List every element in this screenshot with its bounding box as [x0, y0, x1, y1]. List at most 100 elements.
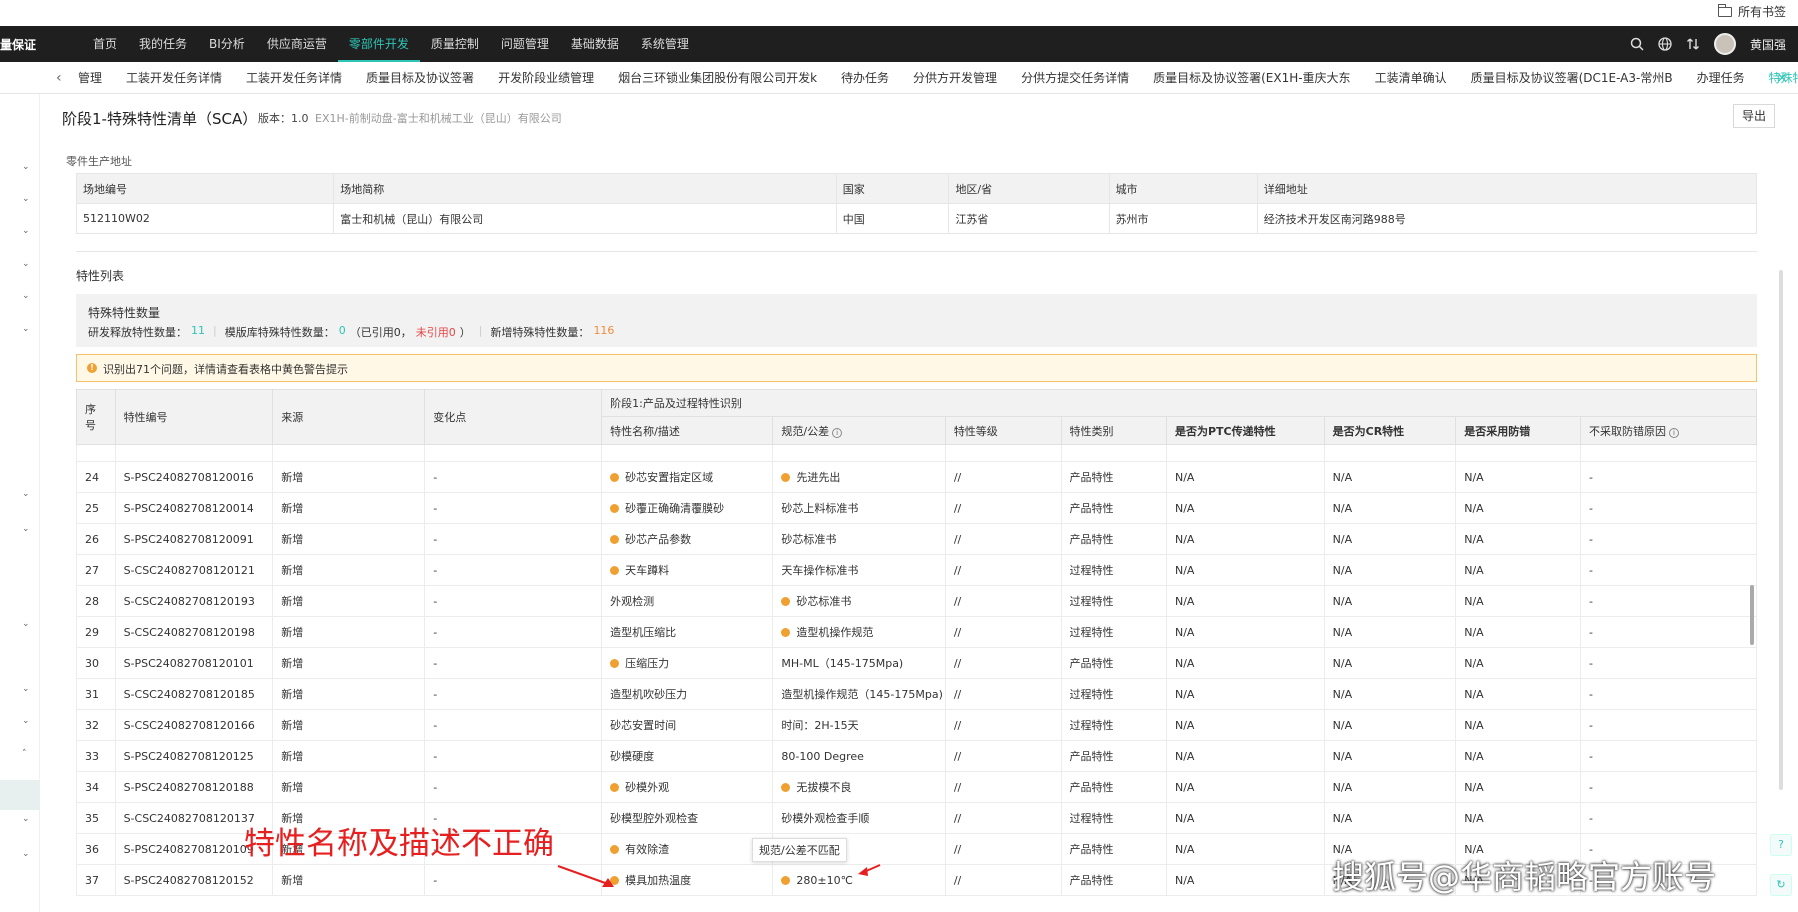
table-scrollbar[interactable]	[1750, 585, 1754, 645]
chevron-down-icon[interactable]: ⌄	[22, 162, 30, 172]
table-row[interactable]: 32 S-CSC24082708120166 新增 - 砂芯安置时间 时间：2H-15天 /…	[76, 709, 1757, 741]
cell-text: -	[1588, 563, 1593, 577]
chevron-down-icon[interactable]: ⌄	[22, 684, 30, 694]
table-row[interactable]: 34 S-PSC24082708120188 新增 - 砂模外观 无拔模不良 // 产品特性 N…	[76, 771, 1757, 803]
search-icon[interactable]	[1630, 37, 1644, 51]
username[interactable]: 黄国强	[1750, 36, 1786, 53]
nav-item[interactable]: 首页	[82, 26, 128, 62]
cell-text: N/A	[1332, 563, 1353, 577]
table-header-row: 序号 特性编号 来源 变化点 阶段1:产品及过程特性识别	[76, 389, 1757, 445]
warning-icon[interactable]	[610, 659, 620, 668]
table-row[interactable]: 28 S-CSC24082708120193 新增 - 外观检测 砂芯标准书 // 过程特性 N…	[76, 585, 1757, 617]
tab[interactable]: 办理任务	[1685, 62, 1757, 94]
tab[interactable]: 质量目标及协议签署(EX1H-重庆大东	[1141, 62, 1362, 94]
tab[interactable]: 质量目标及协议签署	[354, 62, 486, 94]
chevron-down-icon[interactable]: ⌄	[22, 324, 30, 334]
nav-item[interactable]: 基础数据	[560, 26, 630, 62]
cell-ptc: N/A	[1165, 802, 1325, 834]
chevron-down-icon[interactable]: ⌄	[22, 716, 30, 726]
help-icon[interactable]: ?	[1770, 834, 1792, 856]
info-icon[interactable]: i	[1668, 427, 1679, 438]
avatar[interactable]	[1713, 33, 1736, 55]
nav-right-tools: 黄国强	[1630, 26, 1786, 62]
nav-item[interactable]: 零部件开发	[337, 26, 420, 62]
nav-item[interactable]: 我的任务	[128, 26, 198, 62]
warning-icon[interactable]	[781, 473, 791, 482]
cell-change: -	[424, 585, 603, 617]
refresh-icon[interactable]: ↻	[1770, 874, 1792, 896]
table-row[interactable]: 26 S-PSC24082708120091 新增 - 砂芯产品参数 砂芯标准书 // 产品特…	[76, 523, 1757, 555]
nav-item[interactable]: 供应商运营	[256, 26, 338, 62]
nav-item[interactable]: 问题管理	[490, 26, 560, 62]
cell-code: S-CSC24082708120121	[114, 554, 274, 586]
spacer-cell	[76, 444, 116, 462]
chevron-down-icon[interactable]: ⌄	[22, 489, 30, 499]
sort-icon[interactable]	[1686, 37, 1700, 51]
warning-icon[interactable]	[781, 783, 791, 792]
chevron-down-icon[interactable]: ⌄	[22, 226, 30, 236]
export-button[interactable]: 导出	[1733, 104, 1775, 128]
tab[interactable]: 分供方提交任务详情	[1009, 62, 1141, 94]
warning-icon[interactable]	[781, 875, 791, 885]
table-row[interactable]: 33 S-PSC24082708120125 新增 - 砂模硬度 80-100 Degre…	[76, 740, 1757, 772]
table-row[interactable]: 25 S-PSC24082708120014 新增 - 砂覆正确确清覆膜砂 砂芯上料标准书…	[76, 492, 1757, 524]
cell-text: 压缩压力	[625, 657, 670, 670]
warning-icon[interactable]	[610, 783, 620, 792]
cell-text: 无拔模不良	[796, 781, 852, 794]
tab[interactable]: 工装清单确认	[1363, 62, 1459, 94]
table-row[interactable]: 31 S-CSC24082708120185 新增 - 造型机吹砂压力 造型机操作规范（1…	[76, 678, 1757, 710]
chevron-down-icon[interactable]: ⌄	[22, 524, 30, 534]
cell-source: 新增	[272, 461, 426, 493]
cell-text: -	[1588, 811, 1593, 825]
cell-level: //	[944, 616, 1062, 648]
table-row[interactable]: 24 S-PSC24082708120016 新增 - 砂芯安置指定区域 先进先出 // 产品…	[76, 461, 1757, 493]
nav-item[interactable]: 系统管理	[630, 26, 700, 62]
tab[interactable]: 管理	[66, 62, 114, 94]
warning-icon[interactable]	[610, 566, 620, 575]
warning-icon[interactable]	[781, 628, 791, 637]
cell-text: 产品特性	[1069, 657, 1114, 670]
table-row[interactable]: 30 S-PSC24082708120101 新增 - 压缩压力 MH-ML（145-17…	[76, 647, 1757, 679]
chevron-up-icon[interactable]: ˄	[22, 749, 27, 759]
cell-cr: N/A	[1323, 585, 1457, 617]
tab[interactable]: 开发阶段业绩管理	[486, 62, 606, 94]
chevron-down-icon[interactable]: ⌄	[22, 849, 30, 859]
table-row[interactable]: 29 S-CSC24082708120198 新增 - 造型机压缩比 造型机操作规范 // 过…	[76, 616, 1757, 648]
cell-text: -	[1588, 656, 1593, 670]
tab[interactable]: 分供方开发管理	[901, 62, 1009, 94]
page-scrollbar[interactable]	[1779, 270, 1783, 790]
warning-icon[interactable]	[610, 473, 620, 482]
site-cell: 江苏省	[948, 203, 1110, 234]
cell-text: -	[1588, 718, 1593, 732]
cell-reason: -	[1579, 771, 1757, 803]
warning-icon[interactable]	[610, 845, 620, 854]
divider	[76, 251, 1757, 252]
tab[interactable]: 质量目标及协议签署(DC1E-A3-常州B	[1459, 62, 1685, 94]
spacer-cell	[772, 444, 946, 462]
nav-item[interactable]: BI分析	[198, 26, 256, 62]
bookmarks-button[interactable]: 所有书签	[1717, 3, 1786, 20]
chevron-down-icon[interactable]: ⌄	[22, 619, 30, 629]
tab[interactable]: 烟台三环锁业集团股份有限公司开发k	[606, 62, 829, 94]
chevron-down-icon[interactable]: ⌄	[22, 259, 30, 269]
nav-item[interactable]: 质量控制	[420, 26, 490, 62]
chevron-down-icon[interactable]: ⌄	[22, 291, 30, 301]
chevron-down-icon[interactable]: ⌄	[22, 194, 30, 204]
chevron-left-icon[interactable]: ‹	[56, 70, 62, 86]
tab[interactable]: 待办任务	[829, 62, 901, 94]
chevron-down-icon[interactable]: ⌄	[22, 814, 30, 824]
globe-icon[interactable]	[1658, 37, 1672, 51]
tab[interactable]: 工装开发任务详情	[234, 62, 354, 94]
group-header: 阶段1:产品及过程特性识别	[601, 389, 1757, 417]
info-icon[interactable]: i	[832, 427, 843, 438]
cell-spec: 砂芯上料标准书	[772, 492, 946, 524]
close-icon[interactable]: ×	[1776, 70, 1788, 86]
cell-name: 砂模型腔外观检查	[601, 802, 774, 834]
sidebar-item-active[interactable]	[0, 780, 40, 810]
warning-icon[interactable]	[781, 597, 791, 606]
table-row[interactable]: 27 S-CSC24082708120121 新增 - 天车蹲料 天车操作标准书 // 过程特…	[76, 554, 1757, 586]
warning-icon[interactable]	[610, 504, 620, 513]
tab[interactable]: 工装开发任务详情	[114, 62, 234, 94]
warning-icon[interactable]	[610, 535, 620, 544]
cell-text: N/A	[1332, 470, 1353, 484]
